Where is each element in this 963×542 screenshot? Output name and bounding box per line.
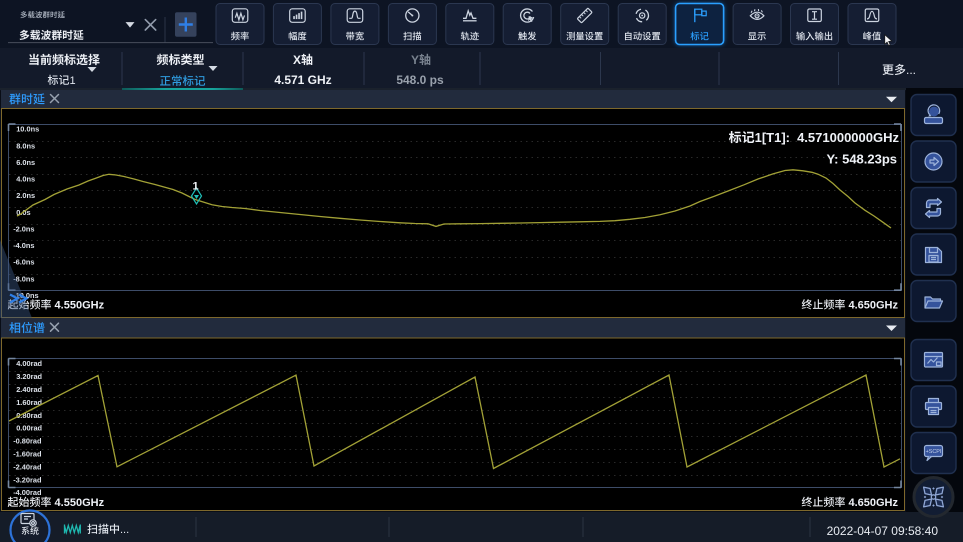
- svg-text:-2.0ns: -2.0ns: [13, 224, 34, 233]
- svg-text:+SCPI: +SCPI: [926, 449, 942, 455]
- svg-text:8.0ns: 8.0ns: [16, 141, 35, 150]
- svg-text:-3.20rad: -3.20rad: [13, 475, 42, 484]
- svg-text:3.20rad: 3.20rad: [16, 372, 42, 381]
- svg-text:0.00rad: 0.00rad: [16, 424, 42, 433]
- svg-text:2.0ns: 2.0ns: [16, 191, 35, 200]
- svg-text:X: X: [293, 53, 301, 67]
- svg-text:548.0 ps: 548.0 ps: [396, 73, 444, 87]
- svg-text:-4.00rad: -4.00rad: [13, 488, 42, 497]
- svg-text:4.550GHz: 4.550GHz: [52, 497, 105, 509]
- svg-text:4.00rad: 4.00rad: [16, 359, 42, 368]
- svg-text:Y: 548.23ps: Y: 548.23ps: [826, 152, 897, 167]
- svg-text:4.650GHz: 4.650GHz: [845, 300, 898, 312]
- svg-text:10.0ns: 10.0ns: [16, 125, 39, 134]
- svg-text:1[T1]:: 1[T1]:: [755, 130, 790, 145]
- svg-text:-0.80rad: -0.80rad: [13, 437, 42, 446]
- svg-text:...: ...: [120, 524, 129, 536]
- svg-text:4.550GHz: 4.550GHz: [52, 300, 105, 312]
- svg-text:4.571 GHz: 4.571 GHz: [274, 73, 331, 87]
- svg-text:6.0ns: 6.0ns: [16, 158, 35, 167]
- svg-text:-2.40rad: -2.40rad: [13, 462, 42, 471]
- svg-text:4.650GHz: 4.650GHz: [845, 497, 898, 509]
- svg-text:1: 1: [69, 75, 75, 87]
- svg-text:-1.60rad: -1.60rad: [13, 450, 42, 459]
- svg-text:4.571000000GHz: 4.571000000GHz: [797, 130, 899, 145]
- svg-text:4.0ns: 4.0ns: [16, 175, 35, 184]
- svg-text:1: 1: [192, 181, 198, 193]
- svg-text:2.40rad: 2.40rad: [16, 385, 42, 394]
- svg-text:-6.0ns: -6.0ns: [13, 258, 34, 267]
- svg-text:...: ...: [906, 63, 916, 77]
- svg-text:-4.0ns: -4.0ns: [13, 241, 34, 250]
- svg-text:Y: Y: [411, 53, 419, 67]
- svg-text:2022-04-07 09:58:40: 2022-04-07 09:58:40: [827, 524, 939, 538]
